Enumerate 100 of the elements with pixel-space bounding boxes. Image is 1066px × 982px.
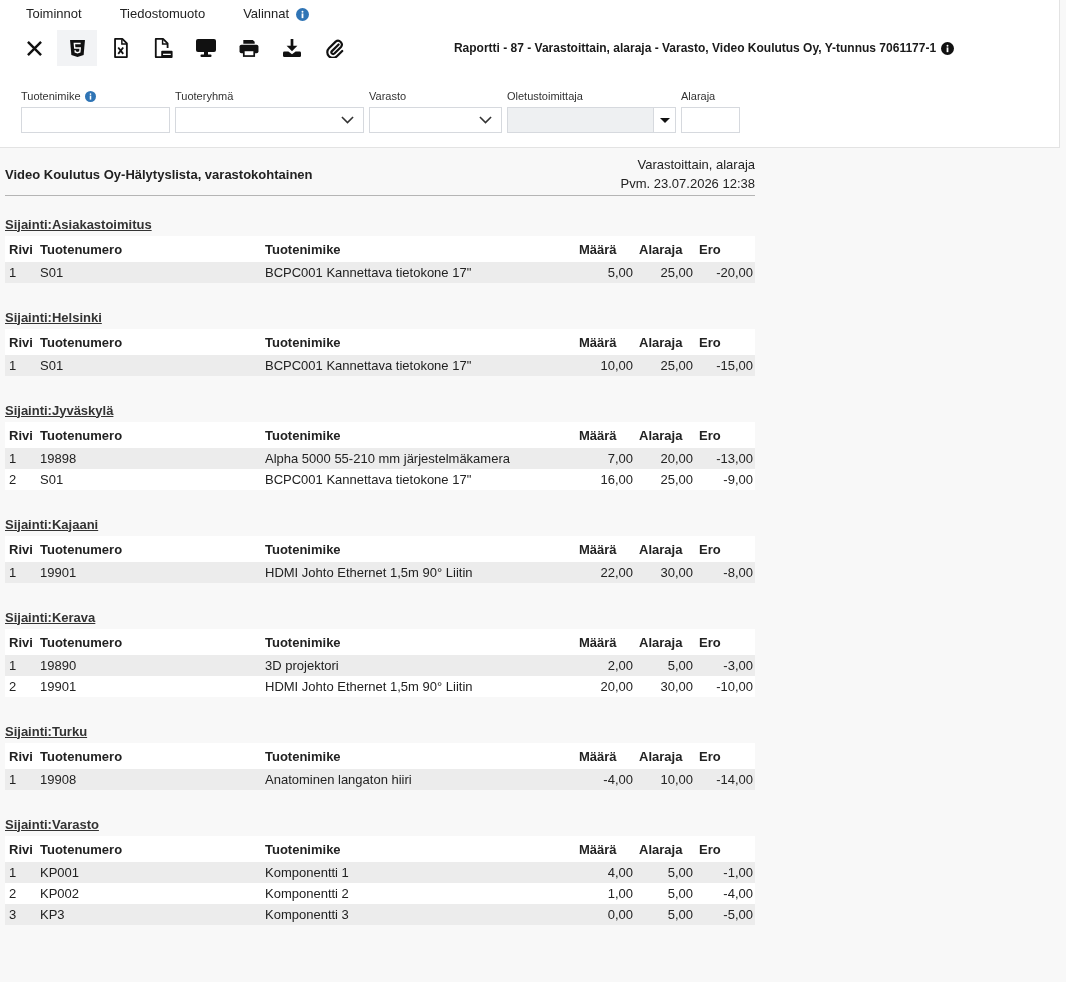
paperclip-icon [326, 38, 344, 58]
monitor-icon [196, 39, 216, 57]
menu-tab[interactable]: Valinnat [243, 6, 290, 22]
field-label: Oletustoimittaja [507, 90, 583, 102]
column-header: Tuotenumero [36, 329, 261, 355]
menu-tab[interactable]: Toiminnot [26, 6, 82, 22]
table-cell: 5,00 [635, 655, 695, 676]
table-cell: 1 [5, 562, 36, 583]
table-cell: 5,00 [575, 262, 635, 283]
table-cell: 10,00 [635, 769, 695, 790]
table-cell: 1 [5, 769, 36, 790]
table-cell: 25,00 [635, 355, 695, 376]
table-cell: S01 [36, 469, 261, 490]
file-x-icon [112, 38, 128, 58]
column-header: Ero [695, 329, 755, 355]
table-cell: Alpha 5000 55-210 mm järjestelmäkamera [261, 448, 575, 469]
column-header: Tuotenimike [261, 236, 575, 262]
info-icon[interactable] [941, 41, 955, 55]
table-cell: -4,00 [695, 883, 755, 904]
column-header: Rivi [5, 536, 36, 562]
column-header: Tuotenimike [261, 422, 575, 448]
table-cell: 10,00 [575, 355, 635, 376]
text-field[interactable] [681, 107, 740, 133]
table-cell: HDMI Johto Ethernet 1,5m 90° Liitin [261, 562, 575, 583]
menu-tab[interactable]: Tiedostomuoto [119, 6, 206, 22]
report-heading: Video Koulutus Oy-Hälytyslista, varastokohtainen [5, 166, 313, 182]
column-header: Alaraja [635, 629, 695, 655]
location-heading: Sijainti:Kajaani [5, 516, 99, 532]
download-icon [283, 39, 301, 57]
table-cell: -9,00 [695, 469, 755, 490]
column-header: Alaraja [635, 329, 695, 355]
table-cell: 20,00 [635, 448, 695, 469]
column-header: Tuotenumero [36, 236, 261, 262]
table-cell: 19901 [36, 562, 261, 583]
table-cell: BCPC001 Kannettava tietokone 17" [261, 469, 575, 490]
column-header: Määrä [575, 329, 635, 355]
file-icon [153, 38, 173, 58]
column-header: Alaraja [635, 536, 695, 562]
table-cell: 1 [5, 355, 36, 376]
column-header: Tuotenimike [261, 836, 575, 862]
column-header: Määrä [575, 236, 635, 262]
column-header: Tuotenumero [36, 836, 261, 862]
table-cell: 19898 [36, 448, 261, 469]
table-cell: 1 [5, 655, 36, 676]
column-header: Ero [695, 536, 755, 562]
shield-icon [69, 39, 85, 57]
column-header: Määrä [575, 836, 635, 862]
column-header: Tuotenimike [261, 743, 575, 769]
field-label: Alaraja [681, 90, 716, 102]
table-cell: 2 [5, 883, 36, 904]
column-header: Määrä [575, 629, 635, 655]
column-header: Tuotenimike [261, 536, 575, 562]
location-heading: Sijainti:Turku [5, 723, 88, 739]
field-label: Tuoteryhmä [175, 90, 234, 102]
table-cell: -15,00 [695, 355, 755, 376]
toolbar-button[interactable] [57, 30, 97, 66]
table-cell: 25,00 [635, 469, 695, 490]
location-heading: Sijainti:Varasto [5, 816, 99, 832]
chevron-down-icon [341, 116, 354, 124]
dropdown-field[interactable] [369, 107, 502, 133]
column-header: Tuotenumero [36, 422, 261, 448]
column-header: Tuotenumero [36, 629, 261, 655]
column-header: Alaraja [635, 743, 695, 769]
chevron-down-icon [479, 116, 492, 124]
text-field[interactable] [21, 107, 170, 133]
table-cell: 1 [5, 262, 36, 283]
table-cell: Komponentti 3 [261, 904, 575, 925]
column-header: Määrä [575, 536, 635, 562]
table-cell: 30,00 [635, 676, 695, 697]
dropdown-field[interactable] [175, 107, 364, 133]
table-cell: 5,00 [635, 862, 695, 883]
table-cell: 3 [5, 904, 36, 925]
table-cell: 0,00 [575, 904, 635, 925]
table-cell: -4,00 [575, 769, 635, 790]
table-cell: 2 [5, 469, 36, 490]
table-cell: 5,00 [635, 904, 695, 925]
table-cell: HDMI Johto Ethernet 1,5m 90° Liitin [261, 676, 575, 697]
table-cell: Komponentti 1 [261, 862, 575, 883]
table-cell: S01 [36, 262, 261, 283]
location-heading: Sijainti:Helsinki [5, 309, 102, 325]
table-cell: -3,00 [695, 655, 755, 676]
column-header: Määrä [575, 743, 635, 769]
column-header: Ero [695, 236, 755, 262]
field-label: Varasto [369, 90, 407, 102]
table-cell: Anatominen langaton hiiri [261, 769, 575, 790]
column-header: Alaraja [635, 236, 695, 262]
table-cell: 3D projektori [261, 655, 575, 676]
column-header: Rivi [5, 743, 36, 769]
table-cell: 1,00 [575, 883, 635, 904]
close-icon [26, 40, 42, 56]
column-header: Ero [695, 629, 755, 655]
table-cell: 20,00 [575, 676, 635, 697]
table-cell: 2,00 [575, 655, 635, 676]
table-cell: -20,00 [695, 262, 755, 283]
table-cell: 19908 [36, 769, 261, 790]
column-header: Tuotenumero [36, 743, 261, 769]
column-header: Rivi [5, 236, 36, 262]
table-cell: KP002 [36, 883, 261, 904]
table-cell: S01 [36, 355, 261, 376]
location-heading: Sijainti:Asiakastoimitus [5, 216, 152, 232]
